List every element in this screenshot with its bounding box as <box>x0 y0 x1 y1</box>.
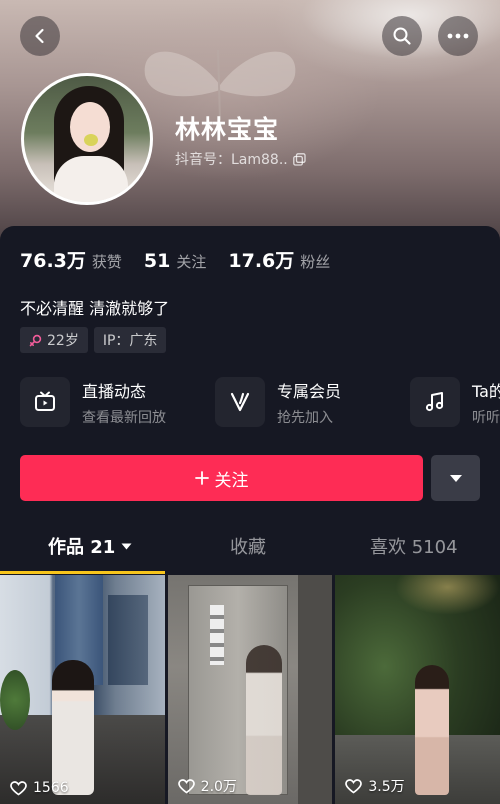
more-options-button[interactable] <box>438 16 478 56</box>
age-tag: 22岁 <box>20 327 88 353</box>
back-button[interactable] <box>20 16 60 56</box>
profile-panel: 76.3万 获赞 51 关注 17.6万 粉丝 不必清醒 清澈就够了 22岁 I… <box>0 226 500 804</box>
feature-row: 直播动态 查看最新回放 专属会员 抢先加入 Ta的 听听 <box>20 377 500 427</box>
stat-label: 粉丝 <box>300 253 331 271</box>
video-thumbnail[interactable]: 3.5万 <box>335 575 500 804</box>
heart-icon <box>345 778 363 794</box>
feature-icon-box <box>410 377 460 427</box>
username: 林林宝宝 <box>175 115 280 144</box>
stat-followers[interactable]: 17.6万 粉丝 <box>228 246 330 273</box>
feature-music[interactable]: Ta的音乐 听听ta的 <box>410 377 500 427</box>
stat-label: 关注 <box>176 253 207 271</box>
tab-likes-label: 喜欢 5104 <box>370 537 458 558</box>
ellipsis-icon <box>447 33 469 39</box>
video-grid: 1566 2.0万 3.5万 <box>0 575 500 804</box>
tab-favorites-label: 收藏 <box>230 537 266 558</box>
feature-title: 专属会员 <box>277 381 342 401</box>
feature-icon-box <box>215 377 265 427</box>
heart-icon <box>10 780 27 796</box>
tab-favorites[interactable]: 收藏 <box>230 533 266 559</box>
feature-subtitle: 听听ta的 <box>472 409 500 426</box>
profile-tags: 22岁 IP：广东 <box>20 327 167 353</box>
tv-icon <box>35 391 55 411</box>
heart-icon <box>177 778 195 794</box>
video-thumbnail[interactable]: 1566 <box>0 575 165 804</box>
active-tab-indicator <box>0 571 165 574</box>
douyin-id-text: 抖音号：Lam88.. <box>175 152 288 168</box>
v-icon <box>230 392 250 412</box>
content-tabs: 作品 21 收藏 喜欢 5104 <box>0 533 500 567</box>
search-icon <box>393 27 411 45</box>
stat-following[interactable]: 51 关注 <box>144 250 206 272</box>
avatar[interactable] <box>21 73 153 205</box>
ip-tag: IP：广东 <box>93 327 167 353</box>
feature-live[interactable]: 直播动态 查看最新回放 <box>20 377 215 427</box>
profile-bio: 不必清醒 清澈就够了 <box>20 299 170 318</box>
search-button[interactable] <box>382 16 422 56</box>
stat-value: 51 <box>143 250 171 272</box>
feature-subtitle: 查看最新回放 <box>82 409 166 426</box>
stat-value: 76.3万 <box>20 250 86 272</box>
recommend-dropdown-button[interactable] <box>431 455 480 501</box>
video-likes-count: 1566 <box>33 780 69 796</box>
chevron-left-icon <box>35 28 44 44</box>
douyin-id[interactable]: 抖音号：Lam88.. <box>175 149 306 169</box>
follow-button-label: 关注 <box>214 470 249 491</box>
video-likes: 1566 <box>10 780 69 796</box>
stat-likes[interactable]: 76.3万 获赞 <box>20 246 122 273</box>
caret-down-icon <box>449 474 462 482</box>
ip-text: IP：广东 <box>102 333 158 349</box>
video-thumbnail[interactable]: 2.0万 <box>167 575 333 804</box>
video-likes-count: 2.0万 <box>200 779 237 795</box>
stat-label: 获赞 <box>91 253 122 271</box>
video-likes: 3.5万 <box>345 776 405 796</box>
profile-stats: 76.3万 获赞 51 关注 17.6万 粉丝 <box>20 246 330 273</box>
feature-icon-box <box>20 377 70 427</box>
female-gender-icon <box>29 334 42 346</box>
feature-membership[interactable]: 专属会员 抢先加入 <box>215 377 410 427</box>
caret-down-icon <box>121 543 132 549</box>
copy-icon[interactable] <box>292 152 306 166</box>
music-note-icon <box>425 392 444 412</box>
follow-button[interactable]: 关注 <box>20 455 423 501</box>
stat-value: 17.6万 <box>228 250 295 272</box>
feature-subtitle: 抢先加入 <box>277 409 333 426</box>
age-text: 22岁 <box>47 333 79 349</box>
video-likes: 2.0万 <box>177 776 237 796</box>
feature-title: 直播动态 <box>82 381 147 401</box>
tab-likes[interactable]: 喜欢 5104 <box>370 533 458 559</box>
video-likes-count: 3.5万 <box>368 779 405 795</box>
tab-works[interactable]: 作品 21 <box>48 533 132 559</box>
tab-works-label: 作品 21 <box>48 537 116 558</box>
feature-title: Ta的音乐 <box>472 381 500 401</box>
plus-icon <box>194 471 209 485</box>
profile-header: 林林宝宝 抖音号：Lam88.. <box>0 0 500 245</box>
